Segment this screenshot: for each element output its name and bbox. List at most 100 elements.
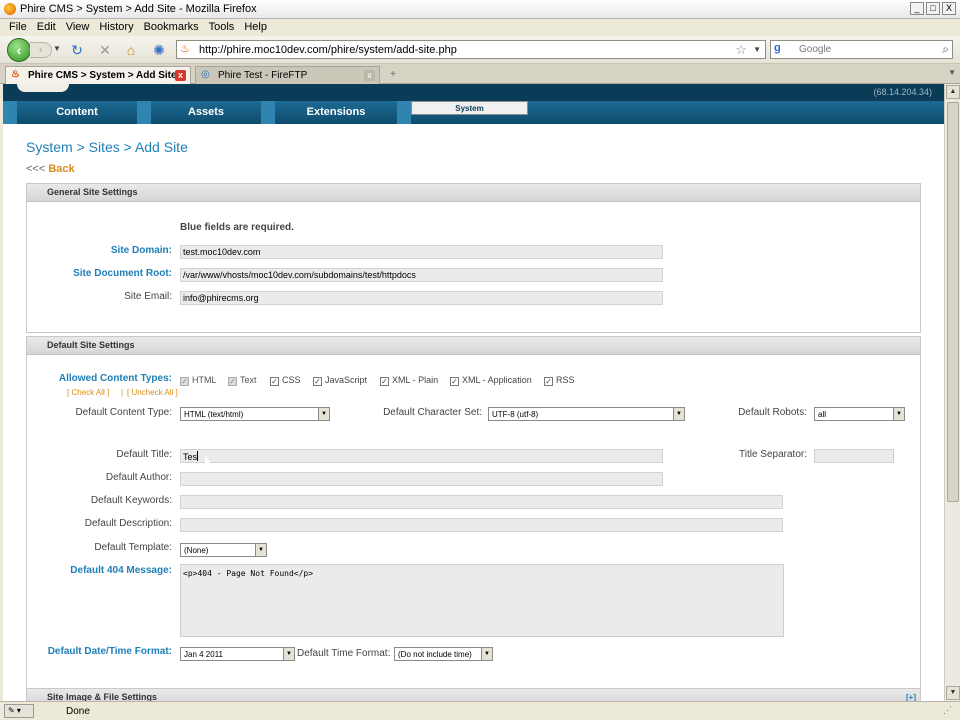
select-arrow-icon: ▼: [673, 408, 684, 420]
type-xml-application-checkbox[interactable]: ✓ XML - Application: [450, 375, 532, 386]
home-icon[interactable]: ⌂: [122, 41, 140, 59]
history-dropdown-icon[interactable]: ▼: [53, 44, 61, 53]
menu-bookmarks[interactable]: Bookmarks: [139, 19, 204, 36]
robots-select[interactable]: all ▼: [814, 407, 905, 421]
required-note: Blue fields are required.: [180, 222, 294, 233]
nav-content[interactable]: Content: [17, 101, 137, 124]
site-domain-label: Site Domain:: [110, 245, 172, 256]
back-arrows: <<<: [26, 163, 46, 175]
back-link-label[interactable]: Back: [48, 163, 74, 175]
select-arrow-icon: ▼: [283, 648, 294, 660]
scroll-up-icon[interactable]: ▲: [946, 85, 960, 99]
doc-root-field[interactable]: /var/www/vhosts/moc10dev.com/subdomains/…: [180, 268, 663, 282]
nav-assets[interactable]: Assets: [151, 101, 261, 124]
type-rss-label: RSS: [556, 375, 575, 385]
type-html-checkbox[interactable]: ✓ HTML: [180, 375, 217, 386]
menu-view[interactable]: View: [61, 19, 95, 36]
time-format-select[interactable]: (Do not include time) ▼: [394, 647, 493, 661]
check-all-link[interactable]: [ Check All ]: [67, 388, 109, 397]
reload-icon[interactable]: ↻: [68, 41, 86, 59]
date-format-value: Jan 4 2011: [184, 650, 223, 659]
nav-separator: [261, 101, 275, 124]
default-template-select[interactable]: (None) ▼: [180, 543, 267, 557]
vertical-scrollbar[interactable]: ▲ ▼: [944, 84, 960, 701]
default-keywords-label: Default Keywords:: [90, 495, 172, 506]
back-link[interactable]: <<< Back: [26, 163, 75, 175]
charset-label: Default Character Set:: [383, 407, 482, 418]
stop-icon[interactable]: ✕: [96, 41, 114, 59]
search-icon[interactable]: ⌕: [942, 42, 949, 57]
msg404-textarea[interactable]: [180, 564, 784, 637]
default-author-label: Default Author:: [105, 472, 172, 483]
type-xml-plain-checkbox[interactable]: ✓ XML - Plain: [380, 375, 438, 386]
type-rss-checkbox[interactable]: ✓ RSS: [544, 375, 575, 386]
content-type-select[interactable]: HTML (text/html) ▼: [180, 407, 330, 421]
type-javascript-checkbox[interactable]: ✓ JavaScript: [313, 375, 367, 386]
nav-separator: [137, 101, 151, 124]
type-css-label: CSS: [282, 375, 301, 385]
search-box[interactable]: g Google ⌕: [770, 40, 953, 59]
select-arrow-icon: ▼: [255, 544, 266, 556]
address-text[interactable]: http://phire.moc10dev.com/phire/system/a…: [199, 44, 457, 56]
default-author-field[interactable]: [180, 472, 663, 486]
site-domain-field[interactable]: test.moc10dev.com: [180, 245, 663, 259]
doc-root-label: Site Document Root:: [73, 268, 172, 279]
menu-file[interactable]: File: [4, 19, 32, 36]
checkbox-check-icon: ✓: [270, 377, 279, 386]
menu-edit[interactable]: Edit: [32, 19, 61, 36]
new-tab-icon[interactable]: +: [384, 67, 402, 83]
menu-help[interactable]: Help: [239, 19, 272, 36]
charset-select[interactable]: UTF-8 (utf-8) ▼: [488, 407, 685, 421]
datetime-label: Default Date/Time Format:: [47, 646, 172, 657]
window-title: Phire CMS > System > Add Site - Mozilla …: [20, 3, 257, 15]
date-format-select[interactable]: Jan 4 2011 ▼: [180, 647, 295, 661]
default-description-field[interactable]: [180, 518, 783, 532]
firefox-icon: [4, 3, 16, 15]
address-bar[interactable]: ♨ http://phire.moc10dev.com/phire/system…: [176, 40, 766, 59]
bookmark-star-icon[interactable]: ☆: [735, 42, 747, 58]
forward-arrow-icon[interactable]: ›: [30, 42, 52, 58]
default-title-field[interactable]: Tes: [180, 449, 663, 463]
type-xml-application-label: XML - Application: [462, 375, 532, 385]
allowed-types-label: Allowed Content Types:: [58, 373, 172, 384]
checkbox-check-icon: ✓: [313, 377, 322, 386]
menu-history[interactable]: History: [94, 19, 138, 36]
robots-value: all: [818, 410, 827, 419]
scroll-thumb[interactable]: [947, 102, 959, 502]
title-separator-label: Title Separator:: [739, 449, 807, 460]
type-text-checkbox[interactable]: ✓ Text: [228, 375, 257, 386]
tab-list-icon[interactable]: ▼: [948, 68, 956, 77]
default-keywords-field[interactable]: [180, 495, 783, 509]
back-arrow-icon[interactable]: ‹: [7, 38, 31, 62]
nav-system[interactable]: System: [411, 101, 528, 115]
address-dropdown-icon[interactable]: ▼: [753, 45, 761, 54]
tab-favicon-icon: ◎: [201, 69, 210, 80]
scroll-down-icon[interactable]: ▼: [946, 686, 960, 700]
tab-fireftp[interactable]: ◎ Phire Test - FireFTP x: [195, 66, 380, 84]
status-tools-icon[interactable]: ✎ ▾: [4, 704, 34, 718]
uncheck-all-link[interactable]: [ Uncheck All ]: [127, 388, 178, 397]
maximize-button[interactable]: □: [926, 2, 940, 15]
addon-icon[interactable]: ✺: [150, 41, 168, 59]
google-icon[interactable]: g: [774, 42, 788, 57]
general-settings-heading: General Site Settings: [27, 184, 920, 202]
tab-label: Phire Test - FireFTP: [218, 70, 308, 81]
type-css-checkbox[interactable]: ✓ CSS: [270, 375, 301, 386]
nav-extensions[interactable]: Extensions: [275, 101, 397, 124]
tab-add-site[interactable]: ♨ Phire CMS > System > Add Site x: [5, 66, 191, 84]
close-tab-icon[interactable]: x: [175, 70, 186, 81]
site-header: (68.14.204.34) Content Assets Extensions…: [3, 84, 944, 124]
checkbox-check-icon: ✓: [544, 377, 553, 386]
menu-tools[interactable]: Tools: [204, 19, 240, 36]
tab-favicon-icon: ♨: [11, 69, 20, 80]
phire-logo: [17, 84, 69, 92]
title-separator-field[interactable]: [814, 449, 894, 463]
site-email-field[interactable]: info@phirecms.org: [180, 291, 663, 305]
default-template-label: Default Template:: [94, 542, 172, 553]
close-tab-icon[interactable]: x: [364, 70, 375, 81]
expand-toggle[interactable]: [+]: [906, 693, 916, 701]
minimize-button[interactable]: _: [910, 2, 924, 15]
image-settings-panel: Site Image & File Settings [+]: [26, 688, 921, 701]
close-button[interactable]: X: [942, 2, 956, 15]
nav-separator: [3, 101, 17, 124]
